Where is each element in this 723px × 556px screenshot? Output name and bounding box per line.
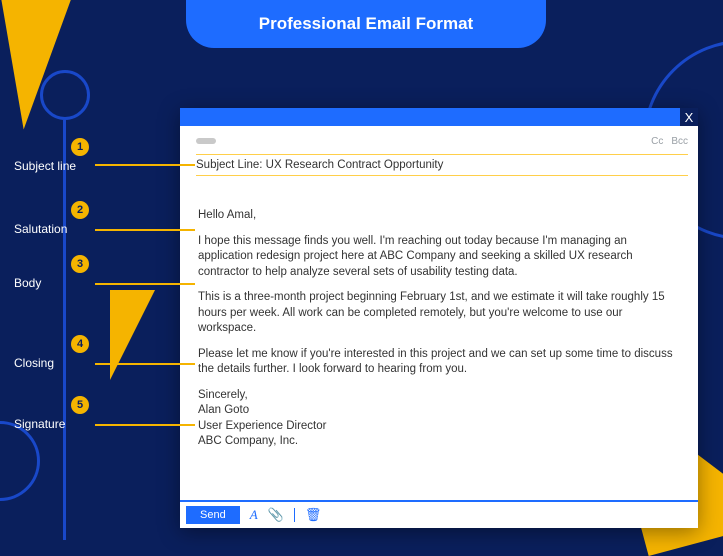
font-format-icon[interactable]: A (250, 507, 258, 523)
send-button[interactable]: Send (186, 506, 240, 524)
decoration-ring (0, 421, 40, 501)
email-titlebar: X (180, 108, 698, 126)
attachment-icon[interactable]: 📎 (268, 507, 284, 523)
email-body[interactable]: Hello Amal, I hope this message finds yo… (180, 176, 698, 500)
body-paragraph: Please let me know if you're interested … (198, 347, 680, 378)
toolbar-separator (294, 508, 295, 522)
email-window: X Cc Bcc Subject Line: UX Research Contr… (180, 108, 698, 528)
annotation-item: 1 Subject line (14, 138, 164, 171)
email-toolbar: Send A 📎 🗑 (180, 500, 698, 528)
signature-title: User Experience Director (198, 419, 680, 435)
signature-company: ABC Company, Inc. (198, 434, 680, 450)
signature-name: Alan Goto (198, 403, 680, 419)
page-title-pill: Professional Email Format (186, 0, 546, 48)
annotation-number-badge: 5 (71, 396, 89, 414)
annotation-number-badge: 1 (71, 138, 89, 156)
annotation-connector (95, 424, 195, 426)
page-title: Professional Email Format (259, 14, 473, 34)
annotation-connector (95, 363, 195, 365)
close-button[interactable]: X (680, 108, 698, 126)
annotation-connector (95, 229, 195, 231)
body-paragraph: I hope this message finds you well. I'm … (198, 234, 680, 281)
email-header: Cc Bcc Subject Line: UX Research Contrac… (180, 126, 698, 176)
closing: Sincerely, (198, 388, 680, 404)
decoration-ring (40, 70, 90, 120)
salutation: Hello Amal, (198, 208, 680, 224)
bcc-link[interactable]: Bcc (671, 136, 688, 147)
annotation-connector (95, 164, 195, 166)
to-field-chip[interactable] (196, 138, 216, 144)
body-paragraph: This is a three-month project beginning … (198, 290, 680, 337)
signature-block: Sincerely, Alan Goto User Experience Dir… (198, 388, 680, 450)
decoration-line (63, 120, 66, 540)
annotation-number-badge: 2 (71, 201, 89, 219)
annotation-label: Subject line (14, 159, 114, 173)
annotation-number-badge: 4 (71, 335, 89, 353)
annotation-connector (95, 283, 195, 285)
annotation-number-badge: 3 (71, 255, 89, 273)
trash-icon[interactable]: 🗑 (305, 507, 322, 523)
subject-line[interactable]: Subject Line: UX Research Contract Oppor… (196, 154, 688, 176)
close-icon: X (685, 110, 694, 125)
cc-link[interactable]: Cc (651, 136, 663, 147)
